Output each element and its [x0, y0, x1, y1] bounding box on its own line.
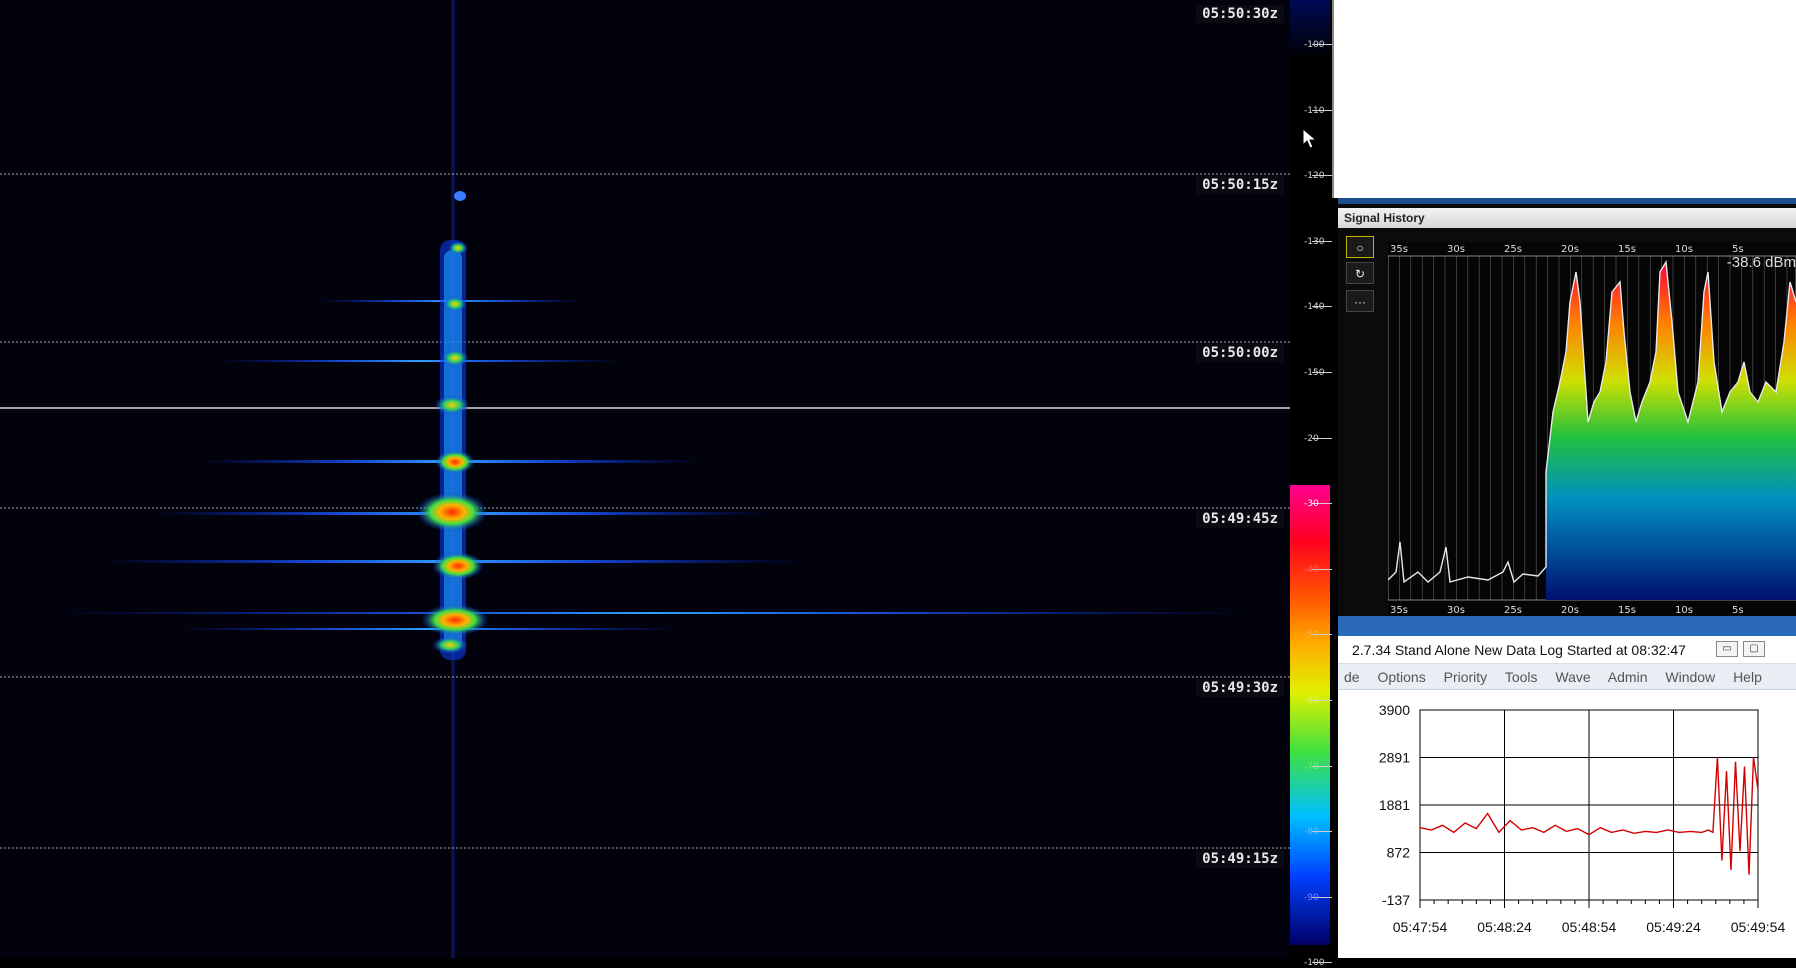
- more-button[interactable]: ···: [1346, 290, 1374, 312]
- maximize-icon[interactable]: ▢: [1743, 641, 1765, 657]
- time-label: 10s: [1675, 244, 1693, 255]
- menu-item-priority[interactable]: Priority: [1444, 669, 1488, 685]
- signal-readout: -38.6 dBm: [1726, 254, 1796, 271]
- time-label: 5s: [1732, 605, 1744, 616]
- scale-gradient: [1290, 485, 1330, 945]
- timestamp-label: 05:49:30z: [1196, 679, 1284, 697]
- y-tick-label: 1881: [1379, 797, 1410, 813]
- menu-item-help[interactable]: Help: [1733, 669, 1762, 685]
- timestamp-label: 05:50:15z: [1196, 176, 1284, 194]
- time-label: 30s: [1447, 605, 1465, 616]
- divider: [1332, 0, 1334, 198]
- scale-label: -100: [1304, 40, 1325, 50]
- timestamp-label: 05:50:00z: [1196, 344, 1284, 362]
- time-label: 35s: [1390, 244, 1408, 255]
- panel-title: Signal History: [1338, 208, 1796, 228]
- signal-history-chart: 35s 30s 25s 20s 15s 10s 5s 35s 30s 25s 20s 15s 10s 5…: [1388, 242, 1796, 616]
- scale-label: -70: [1304, 761, 1319, 772]
- x-tick-label: 05:48:24: [1477, 919, 1532, 935]
- mouse-cursor-icon: [1302, 128, 1318, 149]
- y-tick-label: -137: [1382, 892, 1410, 908]
- time-label: 20s: [1561, 605, 1579, 616]
- x-tick-label: 05:49:54: [1731, 919, 1786, 935]
- time-label: 30s: [1447, 244, 1465, 255]
- scale-label: -100: [1304, 958, 1325, 968]
- signal-burst: [416, 191, 489, 660]
- menu-item-wave[interactable]: Wave: [1555, 669, 1590, 685]
- scale-label: -30: [1304, 499, 1319, 510]
- waterfall-display[interactable]: 05:50:30z 05:50:15z 05:50:00z 05:49:45z …: [0, 0, 1290, 958]
- signal-history-panel: Signal History ○ ↻ ··· 35s 30s 25s 20s 15s 10…: [1338, 198, 1796, 616]
- timestamp-label: 05:49:15z: [1196, 850, 1284, 868]
- menu-bar: de Options Priority Tools Wave Admin Win…: [1338, 664, 1796, 690]
- menu-item-admin[interactable]: Admin: [1608, 669, 1648, 685]
- menu-item-de[interactable]: de: [1344, 669, 1360, 685]
- scale-label: -50: [1304, 630, 1319, 641]
- signal-streaks: [50, 300, 1250, 630]
- scale-label: -120: [1304, 171, 1325, 182]
- x-tick-label: 05:49:24: [1646, 919, 1701, 935]
- time-label: 10s: [1675, 605, 1693, 616]
- scale-label: -150: [1304, 368, 1325, 378]
- time-label: 15s: [1618, 605, 1636, 616]
- refresh-button[interactable]: ↻: [1346, 262, 1374, 284]
- blank-region: [1332, 0, 1796, 198]
- minimize-icon[interactable]: ▭: [1716, 641, 1738, 657]
- y-tick-label: 3900: [1379, 702, 1410, 718]
- timestamp-label: 05:49:45z: [1196, 510, 1284, 528]
- scale-top-gradient: [1290, 0, 1330, 60]
- menu-item-tools[interactable]: Tools: [1505, 669, 1538, 685]
- data-log-window: 2.7.34 Stand Alone New Data Log Started …: [1338, 616, 1796, 958]
- timestamp-label: 05:50:30z: [1196, 5, 1284, 23]
- scale-label: -110: [1304, 105, 1325, 116]
- y-tick-label: 2891: [1379, 750, 1410, 766]
- data-log-chart: 3900 2891 1881 872 -137 05:47:54 05:48:24 05:48…: [1379, 702, 1786, 935]
- menu-item-options[interactable]: Options: [1377, 669, 1425, 685]
- time-label: 25s: [1504, 244, 1522, 255]
- scale-label: -20: [1304, 433, 1319, 444]
- scale-label: -140: [1304, 302, 1325, 313]
- time-label: 15s: [1618, 244, 1636, 255]
- time-label: 35s: [1390, 605, 1408, 616]
- x-tick-label: 05:47:54: [1393, 919, 1448, 935]
- time-label: 20s: [1561, 244, 1579, 255]
- scale-label: -40: [1304, 564, 1319, 575]
- menu-item-window[interactable]: Window: [1665, 669, 1715, 685]
- waterfall-spectrogram: [0, 0, 1290, 958]
- scale-label: -80: [1304, 827, 1319, 838]
- scale-label: -130: [1304, 236, 1325, 247]
- circle-button[interactable]: ○: [1346, 236, 1374, 258]
- scale-label: -90: [1304, 892, 1319, 903]
- time-label: 25s: [1504, 605, 1522, 616]
- y-tick-label: 872: [1387, 845, 1411, 861]
- scale-label: -60: [1304, 696, 1319, 706]
- x-tick-label: 05:48:54: [1562, 919, 1617, 935]
- time-gridlines: [0, 173, 1290, 849]
